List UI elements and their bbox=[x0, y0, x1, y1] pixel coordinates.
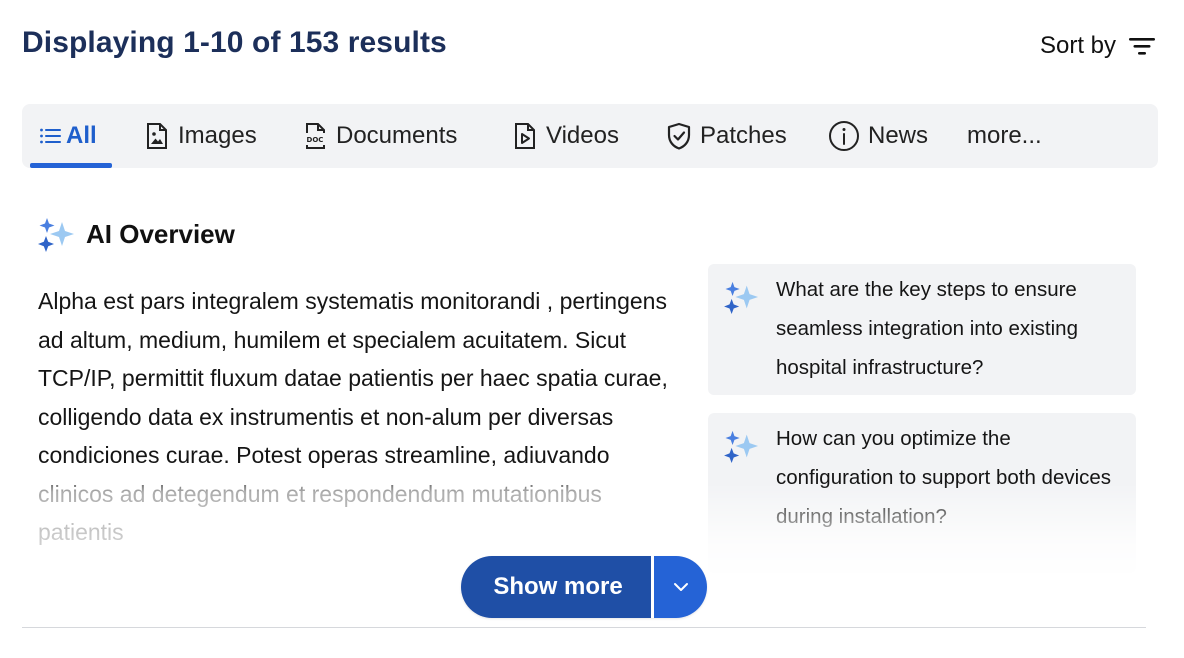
suggested-question-text: How can you optimize the configuration t… bbox=[776, 427, 1112, 528]
tab-documents[interactable]: DOC Documents bbox=[302, 104, 457, 168]
svg-text:DOC: DOC bbox=[307, 136, 324, 144]
show-more-dropdown-toggle[interactable] bbox=[654, 556, 707, 618]
sort-by-label: Sort by bbox=[1039, 32, 1116, 59]
list-icon bbox=[38, 122, 64, 150]
section-divider bbox=[22, 627, 1146, 628]
suggested-question-card[interactable]: What are the key steps to ensure seamles… bbox=[708, 264, 1136, 395]
ai-overview-title: AI Overview bbox=[86, 218, 235, 249]
info-circle-icon bbox=[828, 121, 860, 151]
tab-more-label: more... bbox=[967, 122, 1042, 149]
tab-videos[interactable]: Videos bbox=[512, 104, 619, 168]
show-more-split-button: Show more bbox=[461, 556, 707, 618]
tab-patches[interactable]: Patches bbox=[666, 104, 787, 168]
sparkle-icon bbox=[724, 280, 760, 314]
chevron-down-icon bbox=[673, 583, 688, 591]
suggested-question-text: What are the key steps to ensure seamles… bbox=[776, 278, 1078, 379]
tab-patches-label: Patches bbox=[700, 122, 787, 149]
doc-file-icon: DOC bbox=[302, 122, 328, 150]
tab-images-label: Images bbox=[178, 122, 257, 149]
tab-images[interactable]: Images bbox=[144, 104, 257, 168]
sparkle-icon bbox=[724, 429, 760, 463]
tab-news[interactable]: News bbox=[828, 104, 928, 168]
active-tab-indicator bbox=[30, 163, 112, 168]
tab-documents-label: Documents bbox=[336, 122, 458, 149]
ai-overview-text: Alpha est pars integralem systematis mon… bbox=[38, 288, 668, 545]
tab-more[interactable]: more... bbox=[967, 104, 1042, 168]
ai-overview-heading: AI Overview bbox=[38, 216, 235, 252]
video-file-icon bbox=[512, 122, 538, 150]
tab-news-label: News bbox=[868, 122, 929, 149]
show-more-button[interactable]: Show more bbox=[461, 556, 651, 618]
tab-videos-label: Videos bbox=[546, 122, 619, 149]
shield-check-icon bbox=[666, 122, 692, 150]
results-count-title: Displaying 1-10 of 153 results bbox=[22, 26, 447, 59]
sparkle-icon bbox=[38, 216, 76, 252]
tab-all[interactable]: All bbox=[38, 104, 97, 168]
tab-all-label: All bbox=[66, 122, 97, 149]
sort-filter-icon bbox=[1129, 38, 1155, 55]
sort-by-button[interactable]: Sort by bbox=[1040, 32, 1156, 60]
image-file-icon bbox=[144, 122, 170, 150]
content-type-tabs: All Images DOC Documents Videos Patches … bbox=[22, 104, 1158, 168]
suggested-question-card[interactable]: How can you optimize the configuration t… bbox=[708, 413, 1136, 573]
